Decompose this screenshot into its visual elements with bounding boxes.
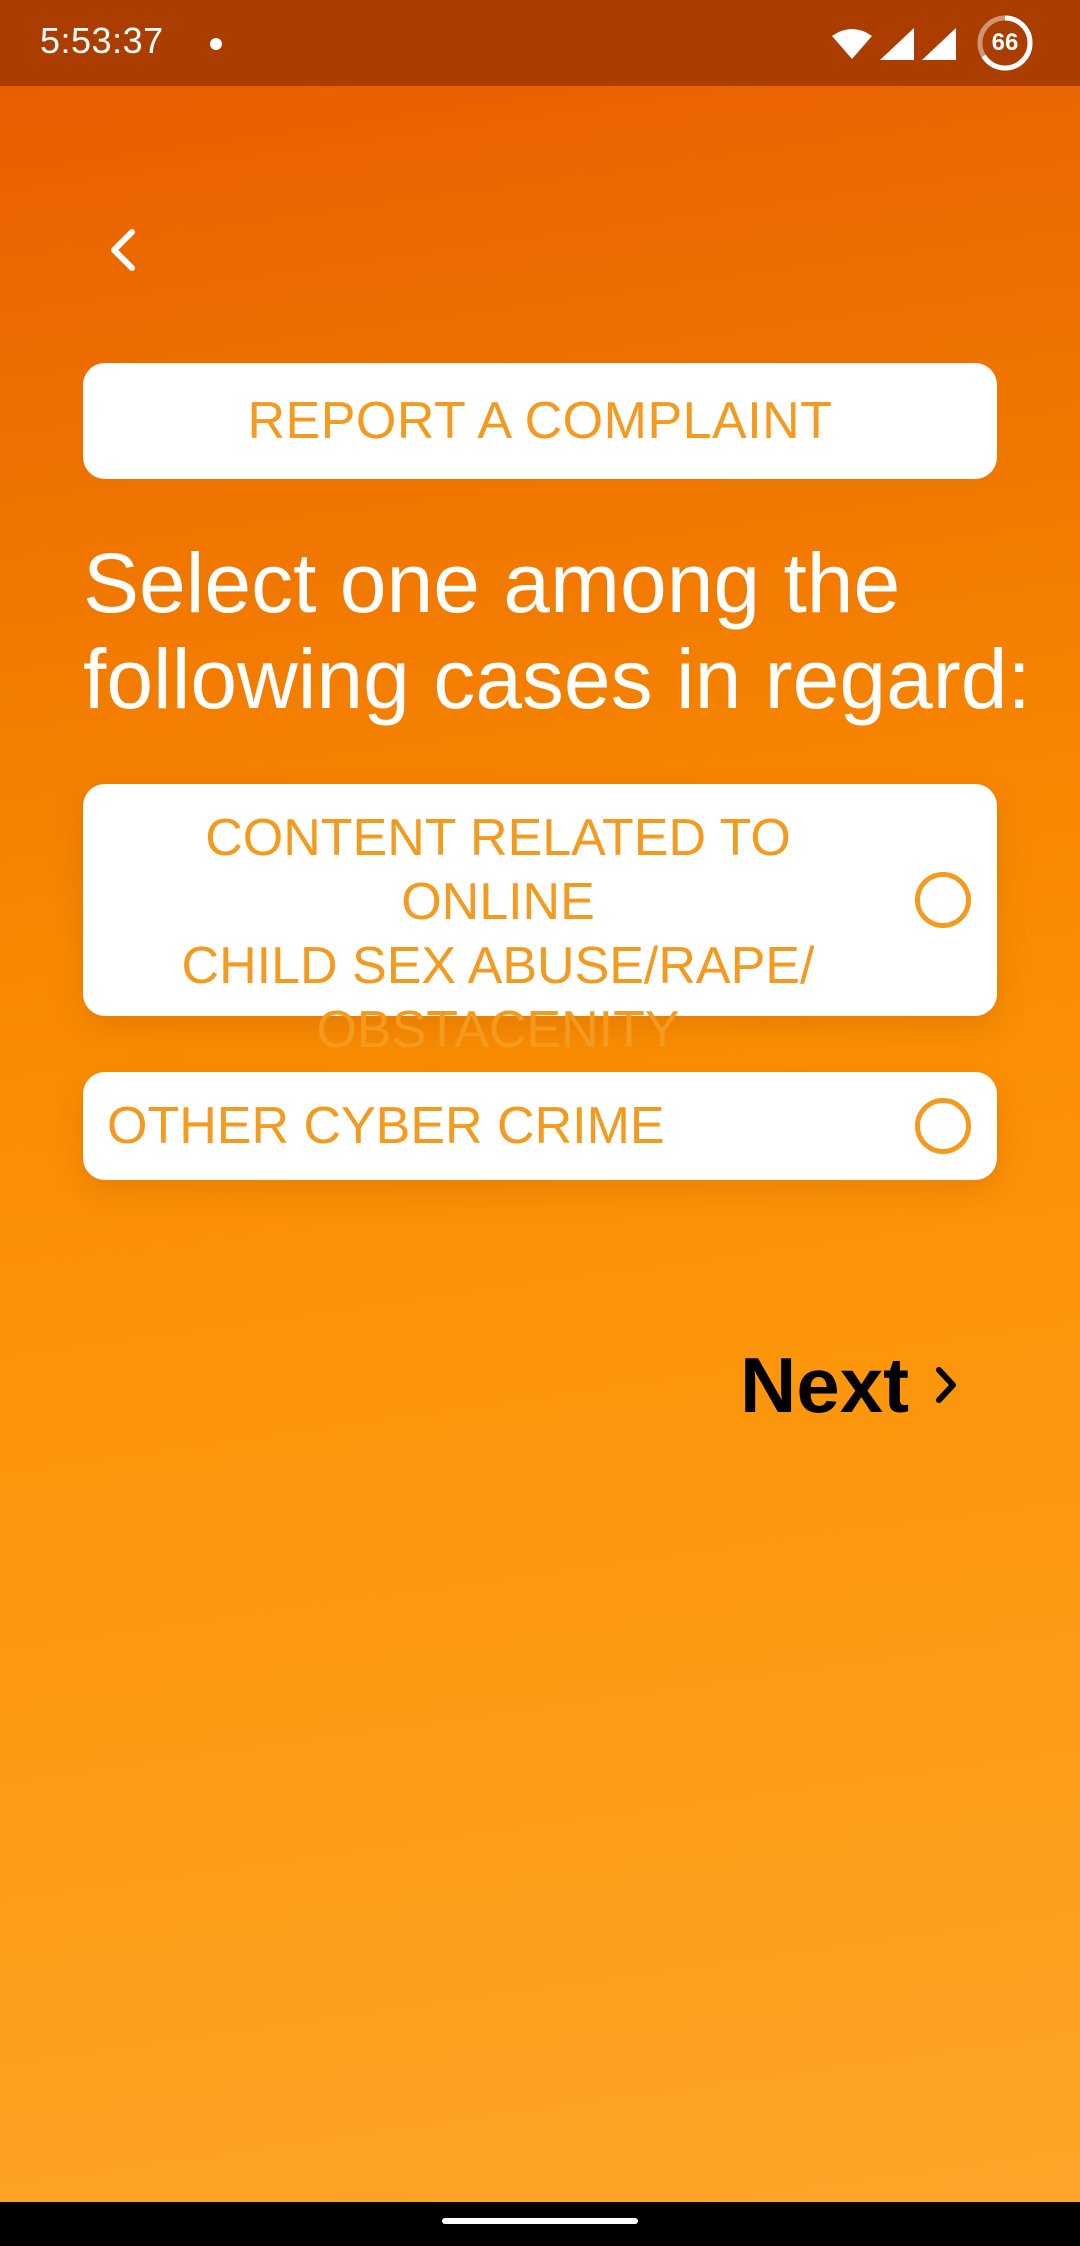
chevron-right-icon — [931, 1362, 961, 1408]
battery-level: 66 — [991, 29, 1019, 56]
option-label: OTHER CYBER CRIME — [107, 1097, 665, 1155]
signal-icon — [922, 28, 956, 65]
prompt-line-2: following cases in regard: — [83, 632, 1031, 726]
option-label-line: CHILD SEX ABUSE/RAPE/ — [181, 937, 815, 995]
wifi-icon — [832, 28, 872, 65]
status-bar: 5:53:37 66 — [0, 0, 1080, 86]
page-title-card: REPORT A COMPLAINT — [83, 363, 997, 479]
selection-prompt: Select one among the following cases in … — [83, 535, 1043, 727]
navigation-bar — [0, 2202, 1080, 2246]
radio-button[interactable] — [915, 872, 971, 928]
battery-icon: 66 — [976, 14, 1034, 72]
status-icons: 66 — [794, 14, 1034, 72]
option-label-line: OBSTACENITY — [316, 1001, 680, 1059]
option-other-cyber-crime[interactable]: OTHER CYBER CRIME — [83, 1072, 997, 1180]
notification-dot-icon — [210, 38, 222, 50]
option-label-line: CONTENT RELATED TO ONLINE — [205, 809, 791, 931]
prompt-line-1: Select one among the — [83, 536, 901, 630]
status-time: 5:53:37 — [40, 20, 164, 61]
back-button[interactable] — [92, 222, 152, 282]
next-button[interactable]: Next — [740, 1330, 961, 1440]
page-title: REPORT A COMPLAINT — [247, 392, 833, 450]
home-indicator[interactable] — [442, 2218, 638, 2224]
radio-button[interactable] — [915, 1098, 971, 1154]
option-child-abuse-content[interactable]: CONTENT RELATED TO ONLINE CHILD SEX ABUS… — [83, 784, 997, 1059]
signal-icon — [880, 28, 914, 65]
chevron-left-icon — [104, 226, 140, 279]
option-label: CONTENT RELATED TO ONLINE CHILD SEX ABUS… — [103, 806, 893, 1062]
next-label: Next — [740, 1340, 910, 1429]
